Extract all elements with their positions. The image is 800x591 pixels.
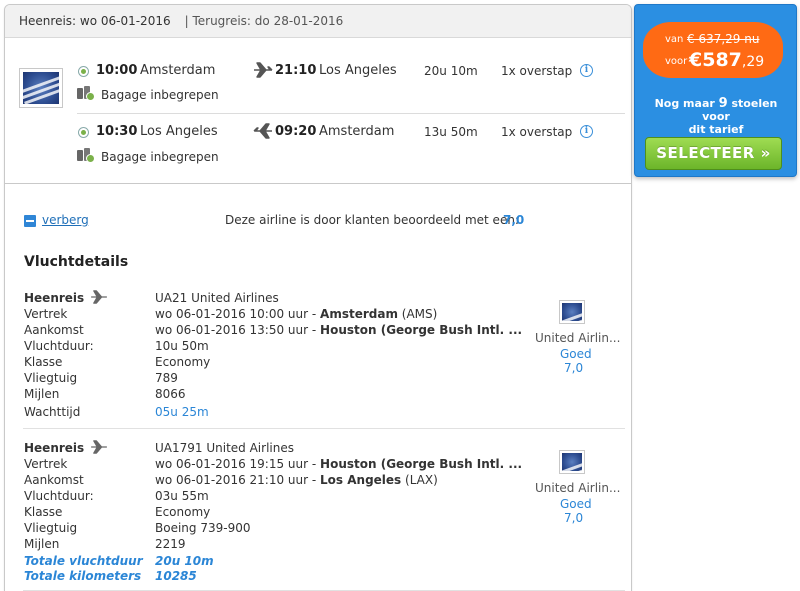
row-label: Aankomst (24, 473, 84, 487)
segment-label: Heenreis (24, 291, 85, 305)
row-value: Economy (155, 355, 211, 369)
outbound-radio[interactable] (78, 66, 89, 77)
departure-city: Amsterdam (140, 63, 216, 78)
row-value: wo 06-01-2016 21:10 uur - Los Angeles (L… (155, 473, 438, 487)
row-value: 10u 50m (155, 339, 209, 353)
details-title: Vluchtdetails (24, 254, 129, 270)
trip-dates-header: Heenreis: wo 06-01-2016 | Terugreis: do … (5, 5, 631, 38)
airline-logo-small (559, 450, 585, 474)
flight-number: UA1791 United Airlines (155, 441, 294, 455)
plane-icon (91, 290, 107, 304)
return-radio[interactable] (78, 127, 89, 138)
stops-info-icon[interactable]: i (580, 125, 593, 138)
old-price-prefix: van (665, 34, 684, 45)
wait-value: 05u 25m (155, 405, 209, 419)
row-value: 03u 55m (155, 489, 209, 503)
total-distance-label: Totale kilometers (24, 569, 142, 583)
hide-details-link[interactable]: verberg (42, 213, 89, 227)
airline-name: United Airlin... (535, 331, 621, 345)
row-label: Vluchtduur: (24, 339, 94, 353)
baggage-text: Bagage inbegrepen (101, 150, 219, 164)
airline-logo (19, 68, 63, 108)
plane-icon (91, 440, 107, 454)
outbound-date: Heenreis: wo 06-01-2016 (19, 14, 171, 28)
row-label: Aankomst (24, 323, 84, 337)
row-label: Mijlen (24, 387, 60, 401)
new-price-prefix: voor (665, 56, 688, 67)
row-value: Boeing 739-900 (155, 521, 251, 535)
row-label: Vliegtuig (24, 521, 78, 535)
airline-rating-score: 7,0 (503, 213, 525, 227)
segment-label: Heenreis (24, 441, 85, 455)
plane-depart-icon (254, 62, 273, 78)
row-value: Economy (155, 505, 211, 519)
baggage-icon (77, 148, 95, 163)
seats-remaining: Nog maar 9 stoelen voor dit tarief (654, 96, 778, 136)
baggage-icon (77, 86, 95, 101)
airline-name: United Airlin... (535, 481, 621, 495)
departure-time: 10:30 (96, 124, 138, 139)
leg-divider (77, 113, 625, 114)
flight-number: UA21 United Airlines (155, 291, 279, 305)
price-panel: van € 637,29 nu voor €587,29 Nog maar 9 … (634, 4, 797, 177)
return-date: | Terugreis: do 28-01-2016 (184, 14, 344, 28)
airline-rating-word: Goed (560, 497, 592, 511)
airline-rating-value: 7,0 (564, 511, 584, 525)
select-button[interactable]: SELECTEER » (645, 137, 782, 170)
flight-details-panel: verberg Deze airline is door klanten beo… (5, 183, 631, 591)
collapse-icon[interactable] (24, 215, 36, 227)
stops-info-icon[interactable]: i (580, 64, 593, 77)
arrival-city: Amsterdam (319, 124, 395, 139)
row-label: Klasse (24, 355, 63, 369)
row-label: Vertrek (24, 307, 68, 321)
airline-rating-value: 7,0 (564, 361, 584, 375)
row-label: Klasse (24, 505, 63, 519)
old-price: € 637,29 nu (687, 32, 760, 46)
row-value: 789 (155, 371, 178, 385)
airline-logo-small (559, 300, 585, 324)
row-value: wo 06-01-2016 13:50 uur - Houston (Georg… (155, 323, 523, 337)
row-label: Vliegtuig (24, 371, 78, 385)
total-duration-value: 20u 10m (155, 554, 214, 568)
row-label: Vluchtduur: (24, 489, 94, 503)
leg-duration: 20u 10m (424, 64, 478, 78)
new-price: €587,29 (689, 49, 765, 71)
airline-rating-word: Goed (560, 347, 592, 361)
flight-result-card: Heenreis: wo 06-01-2016 | Terugreis: do … (4, 4, 632, 591)
arrival-time: 21:10 (275, 63, 317, 78)
row-value: wo 06-01-2016 19:15 uur - Houston (Georg… (155, 457, 523, 471)
wait-label: Wachttijd (24, 405, 81, 419)
total-duration-label: Totale vluchtduur (24, 554, 143, 568)
row-label: Vertrek (24, 457, 68, 471)
leg-stops: 1x overstap (501, 64, 573, 78)
row-label: Mijlen (24, 537, 60, 551)
airline-rating-text: Deze airline is door klanten beoordeeld … (225, 213, 519, 227)
departure-time: 10:00 (96, 63, 138, 78)
plane-return-icon (253, 123, 272, 139)
arrival-city: Los Angeles (319, 63, 397, 78)
baggage-text: Bagage inbegrepen (101, 88, 219, 102)
leg-stops: 1x overstap (501, 125, 573, 139)
row-value: 8066 (155, 387, 186, 401)
segment-divider (23, 428, 625, 429)
row-value: wo 06-01-2016 10:00 uur - Amsterdam (AMS… (155, 307, 438, 321)
total-distance-value: 10285 (155, 569, 197, 583)
arrival-time: 09:20 (275, 124, 317, 139)
price-badge: van € 637,29 nu voor €587,29 (643, 22, 783, 78)
departure-city: Los Angeles (140, 124, 218, 139)
leg-duration: 13u 50m (424, 125, 478, 139)
row-value: 2219 (155, 537, 186, 551)
